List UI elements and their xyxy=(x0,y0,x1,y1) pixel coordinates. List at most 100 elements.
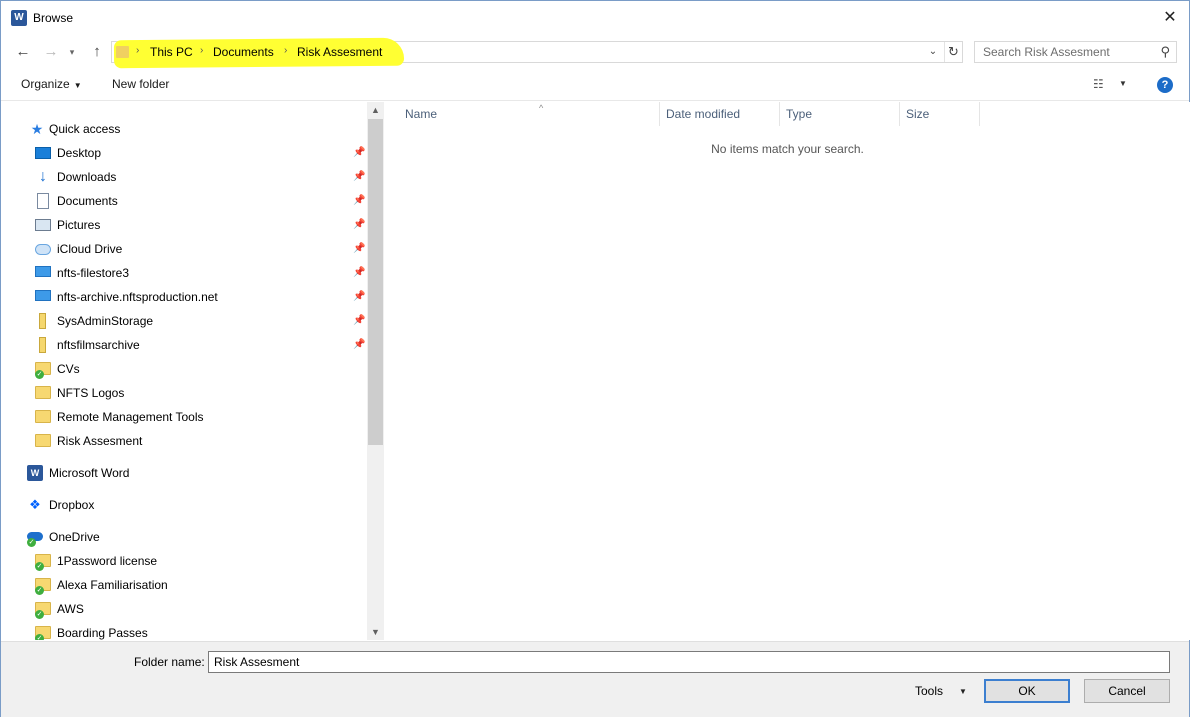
column-header-type[interactable]: Type xyxy=(780,102,900,126)
sidebar-item-desktop[interactable]: Desktop 📌 xyxy=(35,142,365,164)
sidebar-item-1password-license[interactable]: ✓ 1Password license xyxy=(35,550,365,572)
sidebar-item-nfts-filestore3[interactable]: nfts-filestore3 📌 xyxy=(35,262,365,284)
sidebar-item-sysadminstorage[interactable]: SysAdminStorage 📌 xyxy=(35,310,365,332)
sort-ascending-icon: ^ xyxy=(539,103,544,113)
sidebar-item-remote-management-tools[interactable]: Remote Management Tools xyxy=(35,406,365,428)
breadcrumb-documents[interactable]: Documents xyxy=(213,45,274,59)
sidebar-item-pictures[interactable]: Pictures 📌 xyxy=(35,214,365,236)
sidebar-item-downloads[interactable]: ↓ Downloads 📌 xyxy=(35,166,365,188)
close-button[interactable]: ✕ xyxy=(1155,5,1185,31)
pin-icon: 📌 xyxy=(353,171,366,182)
column-header-date-modified[interactable]: Date modified xyxy=(660,102,780,126)
sidebar-item-alexa-familiarisation[interactable]: ✓ Alexa Familiarisation xyxy=(35,574,365,596)
pin-icon: 📌 xyxy=(353,267,366,278)
chevron-down-icon: ▼ xyxy=(73,81,82,90)
up-button[interactable]: ↑ xyxy=(87,41,107,63)
sidebar-item-icloud-drive[interactable]: iCloud Drive 📌 xyxy=(35,238,365,260)
sidebar-item-documents[interactable]: Documents 📌 xyxy=(35,190,365,212)
shared-folder-icon xyxy=(39,313,46,329)
shared-folder-icon xyxy=(39,337,46,353)
sidebar-item-nfts-logos[interactable]: NFTS Logos xyxy=(35,382,365,404)
breadcrumb-risk-assesment[interactable]: Risk Assesment xyxy=(297,45,382,59)
column-header-label: Date modified xyxy=(666,107,741,121)
downloads-icon: ↓ xyxy=(39,168,47,185)
sidebar-item-label: SysAdminStorage xyxy=(57,314,154,328)
breadcrumb-this-pc[interactable]: This PC xyxy=(150,45,193,59)
documents-icon xyxy=(37,193,49,209)
scroll-up-icon[interactable]: ▲ xyxy=(367,102,384,118)
column-header-size[interactable]: Size xyxy=(900,102,980,126)
window-title: Browse xyxy=(33,11,74,25)
browse-dialog: W Browse ✕ ← → ▾ ↑ › This PC › Documents… xyxy=(0,0,1190,717)
organize-button[interactable]: Organize ▼ xyxy=(21,77,82,91)
pin-icon: 📌 xyxy=(353,147,366,158)
sidebar-item-label: AWS xyxy=(57,602,84,616)
folder-name-label: Folder name: xyxy=(134,655,205,669)
sidebar-item-nftsfilmsarchive[interactable]: nftsfilmsarchive 📌 xyxy=(35,334,365,356)
sidebar-item-cvs[interactable]: ✓ CVs xyxy=(35,358,365,380)
cancel-button[interactable]: Cancel xyxy=(1084,679,1170,703)
sidebar-item-label: NFTS Logos xyxy=(57,386,125,400)
sidebar-item-dropbox[interactable]: ❖ Dropbox xyxy=(25,494,355,516)
dropbox-icon: ❖ xyxy=(29,497,41,512)
breadcrumb-separator[interactable]: › xyxy=(200,45,203,56)
sidebar-item-label: Dropbox xyxy=(49,498,95,512)
sidebar-item-label: Pictures xyxy=(57,218,101,232)
sidebar-item-label: Risk Assesment xyxy=(57,434,143,448)
address-bar[interactable]: › This PC › Documents › Risk Assesment ⌄… xyxy=(111,37,963,69)
folder-icon xyxy=(116,46,129,58)
title-bar: W Browse ✕ xyxy=(1,1,1189,35)
tools-button[interactable]: Tools xyxy=(915,684,943,698)
icloud-icon xyxy=(35,244,51,255)
back-button[interactable]: ← xyxy=(13,41,33,63)
sidebar-item-aws[interactable]: ✓ AWS xyxy=(35,598,365,620)
file-list-pane: Name ^ Date modified Type Size No items … xyxy=(385,102,1190,640)
search-input[interactable]: Search Risk Assesment ⚲ xyxy=(974,41,1177,63)
help-icon[interactable]: ? xyxy=(1157,77,1173,93)
search-placeholder: Search Risk Assesment xyxy=(983,45,1110,59)
recent-locations-button[interactable]: ▾ xyxy=(65,41,79,63)
sidebar-item-label: iCloud Drive xyxy=(57,242,123,256)
nav-scrollbar[interactable]: ▲ ▼ xyxy=(367,102,384,640)
pin-icon: 📌 xyxy=(353,291,366,302)
scroll-down-icon[interactable]: ▼ xyxy=(367,624,384,640)
refresh-icon[interactable]: ↻ xyxy=(944,42,962,62)
column-header-name[interactable]: Name ^ xyxy=(399,102,660,126)
sidebar-item-microsoft-word[interactable]: W Microsoft Word xyxy=(25,462,355,484)
pin-icon: 📌 xyxy=(353,195,366,206)
chevron-down-icon[interactable]: ⌄ xyxy=(924,42,942,62)
empty-message: No items match your search. xyxy=(711,142,864,156)
forward-button[interactable]: → xyxy=(41,41,61,63)
scroll-thumb[interactable] xyxy=(368,119,383,445)
column-header-label: Size xyxy=(906,107,930,121)
organize-label: Organize xyxy=(21,77,70,91)
view-options-icon[interactable]: ☷ xyxy=(1093,77,1104,91)
ok-button[interactable]: OK xyxy=(984,679,1070,703)
sidebar-item-nfts-archive[interactable]: nfts-archive.nftsproduction.net 📌 xyxy=(35,286,365,308)
sidebar-item-onedrive[interactable]: ✓ OneDrive xyxy=(25,526,355,548)
sidebar-item-boarding-passes[interactable]: ✓ Boarding Passes xyxy=(35,622,365,640)
pin-icon: 📌 xyxy=(353,315,366,326)
star-icon: ★ xyxy=(30,121,44,137)
chevron-down-icon[interactable]: ▼ xyxy=(1119,79,1127,88)
folder-name-input[interactable] xyxy=(208,651,1170,673)
new-folder-button[interactable]: New folder xyxy=(112,77,169,91)
sidebar-item-label: Microsoft Word xyxy=(49,466,130,480)
column-header-label: Name xyxy=(405,107,438,121)
navigation-bar: ← → ▾ ↑ › This PC › Documents › Risk Ass… xyxy=(1,37,1189,69)
check-icon: ✓ xyxy=(35,586,44,595)
breadcrumb-separator[interactable]: › xyxy=(284,45,287,56)
check-icon: ✓ xyxy=(35,370,44,379)
word-icon: W xyxy=(27,465,43,481)
chevron-down-icon[interactable]: ▼ xyxy=(959,687,967,696)
search-icon[interactable]: ⚲ xyxy=(1160,44,1170,60)
sidebar-item-label: Documents xyxy=(57,194,118,208)
sidebar-item-label: Boarding Passes xyxy=(57,626,148,640)
folder-icon xyxy=(35,410,51,423)
command-bar: Organize ▼ New folder ☷ ▼ ? xyxy=(1,69,1189,101)
sidebar-item-label: OneDrive xyxy=(49,530,100,544)
breadcrumb-separator[interactable]: › xyxy=(136,45,139,56)
pin-icon: 📌 xyxy=(353,339,366,350)
sidebar-item-quick-access[interactable]: ★ Quick access xyxy=(25,118,355,140)
sidebar-item-risk-assesment[interactable]: Risk Assesment xyxy=(35,430,365,452)
